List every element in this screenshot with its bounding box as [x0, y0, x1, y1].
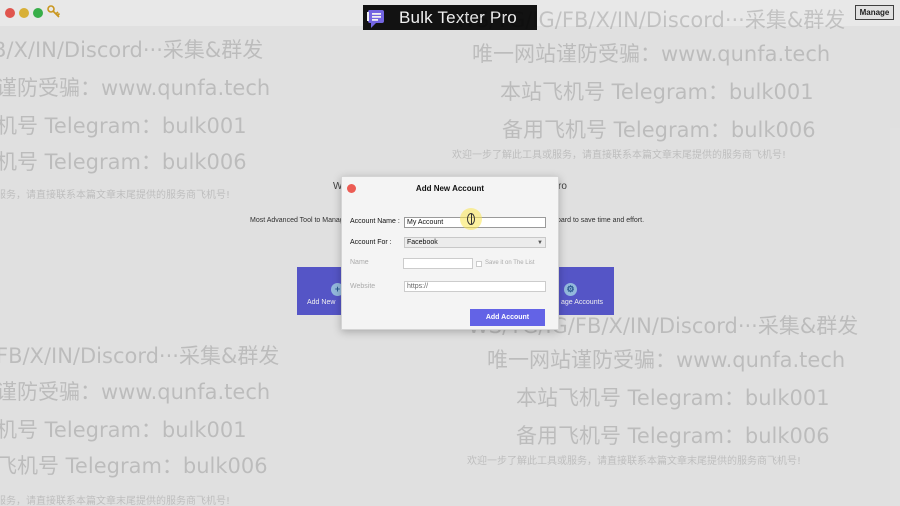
account-for-label: Account For :	[350, 239, 392, 246]
account-for-select[interactable]: Facebook ▼	[404, 237, 546, 248]
dialog-title: Add New Account	[415, 184, 485, 193]
name-label: Name	[350, 259, 369, 266]
save-on-list-label: Save it on The List	[485, 260, 535, 266]
website-label: Website	[350, 283, 376, 290]
name-input[interactable]	[403, 258, 473, 269]
account-name-label: Account Name :	[350, 218, 400, 225]
account-for-value: Facebook	[407, 239, 438, 246]
website-input[interactable]: https://	[404, 281, 546, 292]
add-account-dialog: Add New Account Account Name : My Accoun…	[341, 176, 559, 330]
save-on-list-checkbox[interactable]	[476, 261, 482, 267]
app-window: Bulk Texter Pro Manage WS/TG/IG/FB/X/IN/…	[0, 0, 900, 506]
add-account-button[interactable]: Add Account	[470, 309, 545, 326]
text-cursor-icon	[467, 213, 475, 225]
chevron-down-icon: ▼	[537, 240, 543, 246]
